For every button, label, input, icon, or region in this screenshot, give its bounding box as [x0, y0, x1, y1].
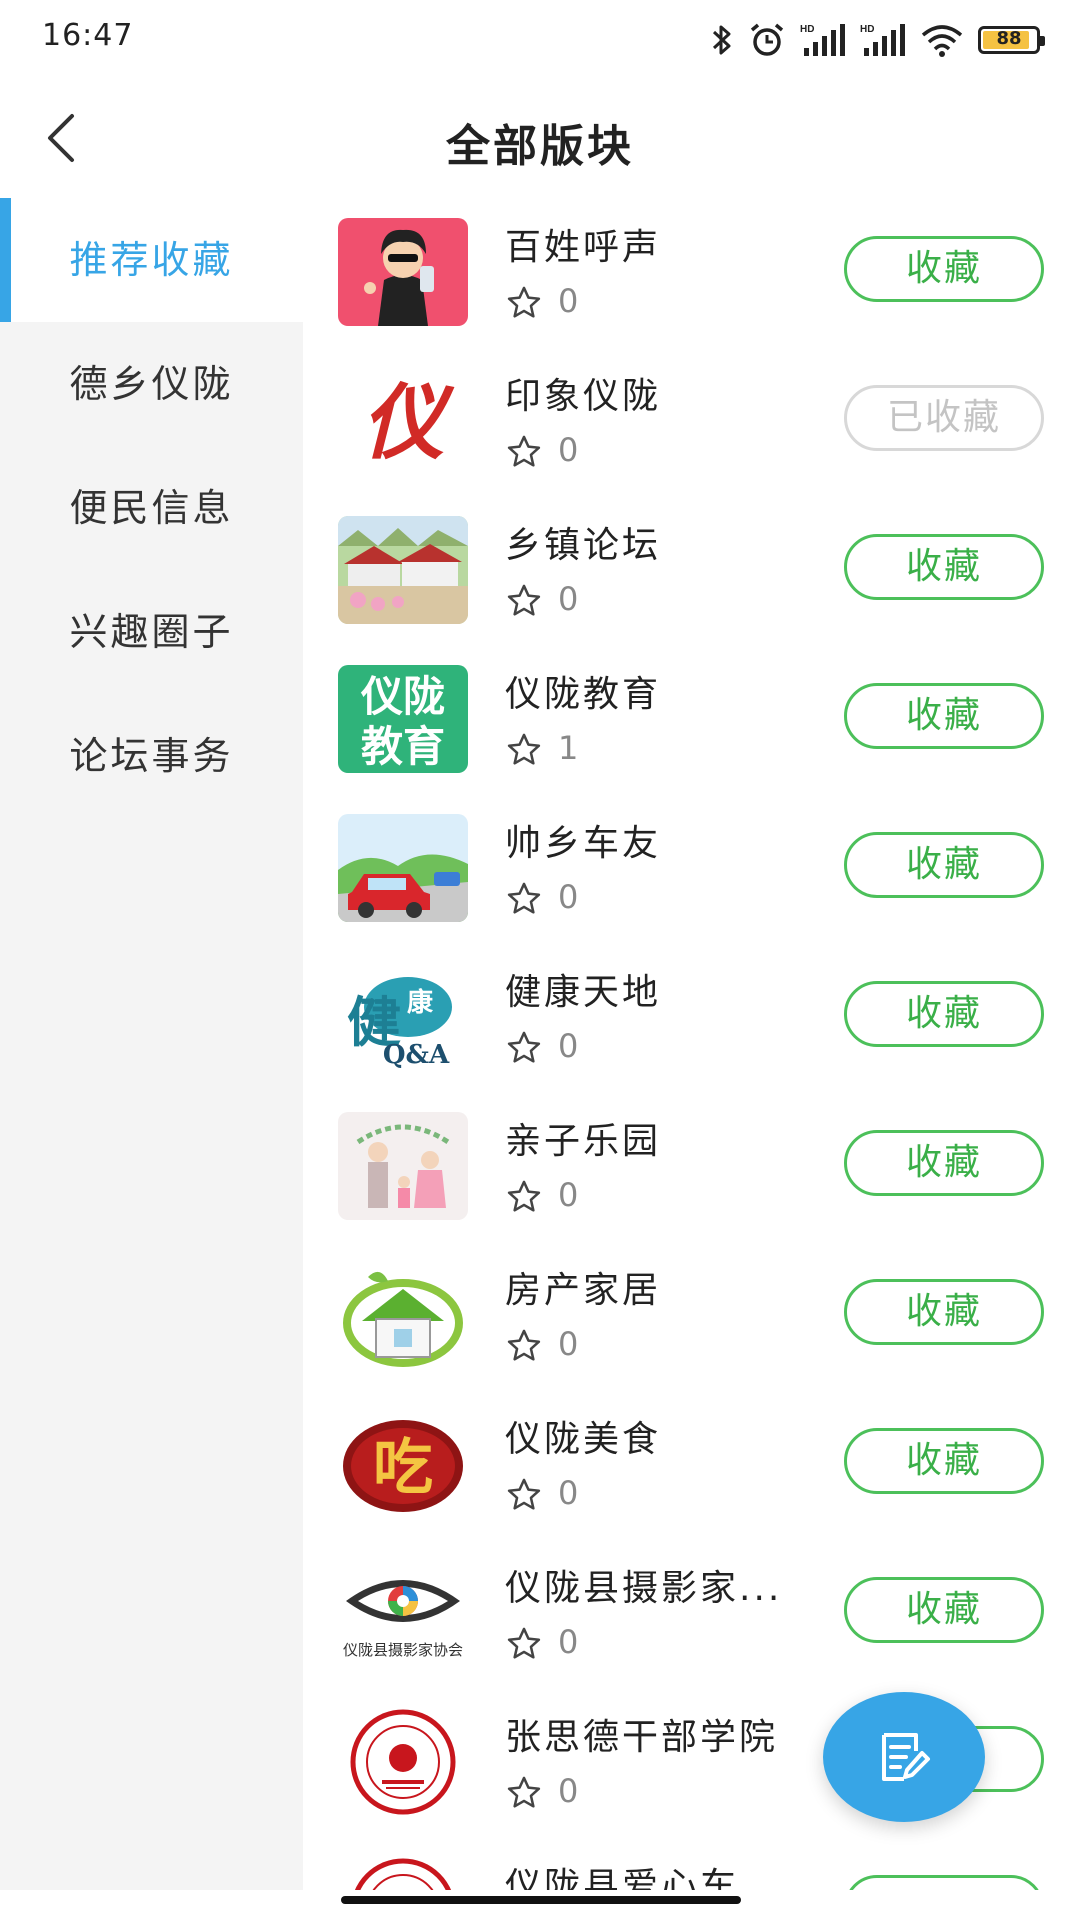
new-post-button[interactable] — [823, 1692, 985, 1822]
status-time: 16:47 — [42, 18, 134, 53]
list-item[interactable]: 百姓呼声 0 收藏 — [303, 200, 1080, 349]
photography-association-thumb: 仪陇县摄影家协会 — [338, 1559, 468, 1667]
star-icon — [507, 435, 541, 467]
favorite-count: 1 — [558, 729, 579, 767]
favorite-count: 0 — [558, 1623, 579, 1661]
favorite-count: 0 — [558, 1027, 579, 1065]
sidebar-item-dexiang-yilong[interactable]: 德乡仪陇 — [0, 322, 303, 446]
favorite-count: 0 — [558, 580, 579, 618]
forum-title: 亲子乐园 — [505, 1121, 662, 1162]
thumb-yi-text: 仪 — [362, 375, 455, 471]
sidebar-item-recommended[interactable]: 推荐收藏 — [0, 198, 303, 322]
green-house-thumb — [338, 1261, 468, 1369]
favorite-count: 0 — [558, 1325, 579, 1363]
signal-hd-2-icon: HD — [860, 24, 905, 56]
favorite-count: 0 — [558, 1772, 579, 1810]
battery-icon: 88 — [978, 26, 1045, 54]
favorite-button[interactable]: 收藏 — [844, 1130, 1044, 1196]
college-seal-thumb — [338, 1708, 468, 1816]
favorite-count: 0 — [558, 431, 579, 469]
battery-level: 88 — [996, 28, 1022, 49]
list-item[interactable]: 仪 印象仪陇 0 已收藏 — [303, 349, 1080, 498]
forum-title: 房产家居 — [505, 1270, 662, 1311]
cartoon-man-thumb — [338, 218, 468, 326]
page-title: 全部版块 — [446, 121, 634, 172]
favorite-button[interactable]: 收藏 — [844, 683, 1044, 749]
sidebar-item-convenience-info[interactable]: 便民信息 — [0, 446, 303, 570]
navigation-bar — [0, 1890, 1080, 1920]
list-item[interactable]: 房产家居 0 收藏 — [303, 1243, 1080, 1392]
red-car-thumb — [338, 814, 468, 922]
list-item[interactable]: 乡镇论坛 0 收藏 — [303, 498, 1080, 647]
favorite-count: 0 — [558, 878, 579, 916]
forum-title: 张思德干部学院 — [505, 1717, 779, 1758]
forum-title: 健康天地 — [505, 972, 662, 1013]
status-icons: HD HD 88 — [710, 18, 1045, 62]
list-item[interactable]: 亲子乐园 0 收藏 — [303, 1094, 1080, 1243]
star-icon — [507, 1478, 541, 1510]
star-icon — [507, 882, 541, 914]
village-houses-thumb — [338, 516, 468, 624]
favorite-button[interactable]: 收藏 — [844, 236, 1044, 302]
header: 全部版块 — [0, 80, 1080, 198]
sidebar-item-forum-affairs[interactable]: 论坛事务 — [0, 694, 303, 818]
star-icon — [507, 1627, 541, 1659]
status-bar: 16:47 HD HD 88 — [0, 0, 1080, 80]
forum-title: 帅乡车友 — [505, 823, 662, 864]
favorite-button[interactable]: 收藏 — [844, 1279, 1044, 1345]
thumb-health-small-text: 康 — [407, 987, 434, 1018]
thumb-photo-caption: 仪陇县摄影家协会 — [343, 1641, 463, 1659]
sidebar-item-interest-circles[interactable]: 兴趣圈子 — [0, 570, 303, 694]
thumb-chi-text: 吃 — [373, 1433, 433, 1503]
star-icon — [507, 584, 541, 616]
red-calligraphy-yi-thumb: 仪 — [338, 367, 468, 475]
health-qa-thumb: 健康 Q&A — [338, 963, 468, 1071]
list-item[interactable]: 健康 Q&A 健康天地 0 收藏 — [303, 945, 1080, 1094]
favorite-count: 0 — [558, 1176, 579, 1214]
star-icon — [507, 286, 541, 318]
svg-text:HD: HD — [800, 24, 814, 35]
favorite-count: 0 — [558, 1474, 579, 1512]
thumb-edu-text-2: 教育 — [361, 722, 445, 771]
sidebar: 推荐收藏 德乡仪陇 便民信息 兴趣圈子 论坛事务 — [0, 198, 303, 1898]
favorite-count: 0 — [558, 282, 579, 320]
bluetooth-icon — [712, 25, 731, 55]
list-item[interactable]: 仪陇 教育 仪陇教育 1 收藏 — [303, 647, 1080, 796]
thumb-edu-text-1: 仪陇 — [360, 672, 445, 721]
favorite-button[interactable]: 收藏 — [844, 981, 1044, 1047]
favorite-button[interactable]: 收藏 — [844, 1577, 1044, 1643]
list-item[interactable]: 仪陇县摄影家协会 仪陇县摄影家... 0 收藏 — [303, 1541, 1080, 1690]
forum-title: 仪陇教育 — [505, 674, 662, 715]
forum-title: 百姓呼声 — [505, 227, 662, 268]
food-chi-thumb: 吃 — [338, 1410, 468, 1518]
star-icon — [507, 1031, 541, 1063]
favorited-button[interactable]: 已收藏 — [844, 385, 1044, 451]
edit-note-icon — [882, 1733, 930, 1781]
svg-text:HD: HD — [860, 24, 874, 35]
forum-title: 仪陇美食 — [505, 1419, 662, 1460]
signal-hd-icon: HD — [800, 24, 845, 56]
star-icon — [507, 1329, 541, 1361]
family-thumb — [338, 1112, 468, 1220]
forum-title: 印象仪陇 — [505, 376, 662, 417]
list-item[interactable]: 吃 仪陇美食 0 收藏 — [303, 1392, 1080, 1541]
favorite-button[interactable]: 收藏 — [844, 534, 1044, 600]
thumb-qa-text: Q&A — [383, 1040, 450, 1070]
star-icon — [507, 1776, 541, 1808]
forum-title: 乡镇论坛 — [505, 525, 662, 566]
star-icon — [507, 733, 541, 765]
green-education-thumb: 仪陇 教育 — [338, 665, 468, 773]
favorite-button[interactable]: 收藏 — [844, 832, 1044, 898]
list-item[interactable]: 帅乡车友 0 收藏 — [303, 796, 1080, 945]
forum-title: 仪陇县摄影家... — [505, 1568, 783, 1609]
star-icon — [507, 1180, 541, 1212]
favorite-button[interactable]: 收藏 — [844, 1428, 1044, 1494]
forum-list: 百姓呼声 0 收藏 仪 印象仪陇 0 已收藏 乡镇论坛 0 收藏 仪陇 教育 仪陇… — [303, 200, 1080, 1900]
alarm-icon — [750, 23, 784, 56]
wifi-icon — [921, 25, 963, 57]
home-indicator[interactable] — [341, 1896, 741, 1904]
